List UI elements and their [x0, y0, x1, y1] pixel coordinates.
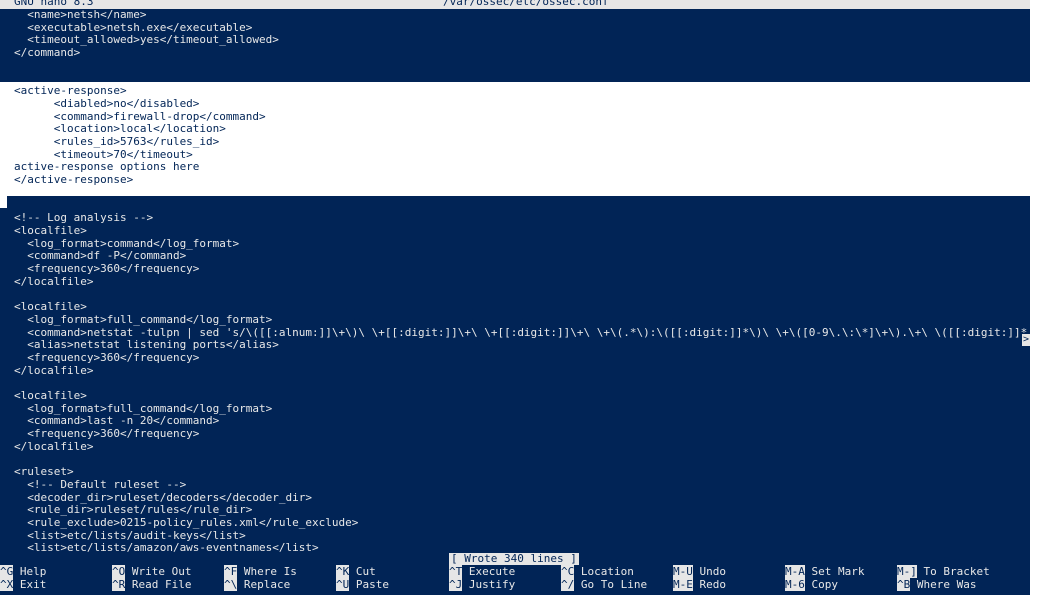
shortcut-item[interactable]: ^O Write Out	[112, 565, 192, 578]
shortcut-key: ^T	[449, 565, 463, 578]
shortcut-item[interactable]: M-A Set Mark	[785, 565, 865, 578]
editor-line[interactable]: <log_format>full_command</log_format>	[0, 313, 1030, 327]
shortcut-key: ^O	[112, 565, 126, 578]
editor-line[interactable]: </active-response>	[0, 173, 1030, 187]
editor-line[interactable]: <!-- Default ruleset -->	[0, 478, 1030, 492]
shortcut-item[interactable]: ^B Where Was	[897, 577, 977, 591]
editor-line[interactable]: <rule_exclude>0215-policy_rules.xml</rul…	[0, 516, 1030, 530]
editor-line[interactable]: <localfile>	[0, 300, 1030, 314]
shortcut-key: ^B	[897, 577, 911, 591]
editor-area[interactable]: <name>netsh</name> <executable>netsh.exe…	[0, 8, 1046, 554]
editor-line[interactable]: <ruleset>	[0, 465, 1030, 479]
editor-line[interactable]: <frequency>360</frequency>	[0, 351, 1030, 365]
shortcut-label: Execute	[468, 565, 516, 578]
editor-line[interactable]: <alias>netstat listening ports</alias>	[0, 338, 1030, 352]
shortcut-key: M-U	[673, 565, 693, 578]
editor-line[interactable]: <active-response>	[0, 84, 1030, 98]
shortcut-key: M-E	[673, 577, 693, 591]
editor-line[interactable]	[0, 60, 1030, 73]
editor-line[interactable]	[0, 377, 1030, 390]
shortcut-label: Copy	[811, 577, 839, 591]
shortcut-bar: ^G Help ^X Exit ^O Write Out ^R Read File ^F…	[0, 565, 1046, 592]
editor-line[interactable]: </localfile>	[0, 364, 1030, 378]
shortcut-key: ^R	[112, 577, 126, 591]
shortcut-label: Go To Line	[580, 577, 648, 591]
shortcut-key: M-]	[897, 565, 917, 578]
editor-line[interactable]	[0, 200, 1030, 213]
shortcut-label: Where Is	[243, 565, 297, 578]
editor-line[interactable]: </localfile>	[0, 275, 1030, 289]
shortcut-item[interactable]: M-U Undo	[673, 565, 727, 578]
shortcut-key: ^K	[336, 565, 350, 578]
file-path: /var/ossec/etc/ossec.conf	[443, 0, 609, 8]
scrollbar[interactable]	[1030, 0, 1046, 595]
shortcut-label: Undo	[699, 565, 727, 578]
shortcut-label: Justify	[468, 577, 516, 591]
editor-line[interactable]: </localfile>	[0, 440, 1030, 454]
shortcut-key: ^U	[336, 577, 350, 591]
shortcut-key: ^J	[449, 577, 463, 591]
shortcut-key: ^X	[0, 577, 14, 591]
shortcut-label: To Bracket	[923, 565, 990, 578]
shortcut-label: Redo	[699, 577, 727, 591]
shortcut-item[interactable]: M-] To Bracket	[897, 565, 990, 578]
shortcut-label: Replace	[243, 577, 291, 591]
editor-line[interactable]: <name>netsh</name>	[0, 8, 1030, 22]
shortcut-label: Write Out	[131, 565, 192, 578]
shortcut-item[interactable]: ^T Execute	[449, 565, 516, 578]
shortcut-item[interactable]: M-E Redo	[673, 577, 727, 591]
shortcut-key: ^F	[224, 565, 238, 578]
editor-line[interactable]: <localfile>	[0, 224, 1030, 238]
shortcut-item[interactable]: M-6 Copy	[785, 577, 839, 591]
shortcut-item[interactable]: ^R Read File	[112, 577, 192, 591]
editor-line[interactable]: active-response options here	[0, 161, 1030, 174]
shortcut-key: ^G	[0, 565, 14, 578]
shortcut-item[interactable]: ^\ Replace	[224, 577, 291, 591]
editor-line[interactable]	[0, 288, 1030, 301]
shortcut-label: Location	[580, 565, 634, 578]
title-bar: GNU nano 8.3 /var/ossec/etc/ossec.conf	[0, 0, 1030, 9]
editor-line[interactable]	[0, 73, 1030, 86]
shortcut-key: ^/	[561, 577, 575, 591]
shortcut-label: Set Mark	[811, 565, 865, 578]
shortcut-label: Exit	[19, 577, 47, 591]
line-overflow-marker: >	[1022, 334, 1030, 346]
shortcut-item[interactable]: ^U Paste	[336, 577, 389, 591]
editor-line[interactable]: </command>	[0, 46, 1030, 60]
shortcut-label: Help	[19, 565, 47, 578]
shortcut-key: M-A	[785, 565, 805, 578]
editor-line[interactable]: <rules_id>5763</rules_id>	[0, 135, 1030, 149]
shortcut-item[interactable]: ^C Location	[561, 565, 634, 578]
shortcut-item[interactable]: ^/ Go To Line	[561, 577, 648, 591]
editor-line[interactable]: <localfile>	[0, 389, 1030, 403]
editor-line[interactable]	[0, 187, 1030, 200]
shortcut-label: Read File	[131, 577, 192, 591]
editor-line[interactable]: <frequency>360</frequency>	[0, 427, 1030, 441]
shortcut-label: Paste	[355, 577, 389, 591]
shortcut-item[interactable]: ^J Justify	[449, 577, 516, 591]
editor-line[interactable]: <!-- Log analysis -->	[0, 211, 1030, 225]
editor-line[interactable]	[0, 454, 1030, 467]
shortcut-item[interactable]: ^K Cut	[336, 565, 376, 578]
shortcut-item[interactable]: ^F Where Is	[224, 565, 297, 578]
editor-line[interactable]: <diabled>no</disabled>	[0, 97, 1030, 111]
status-message: [ Wrote 340 lines ]	[449, 552, 579, 565]
shortcut-key: M-6	[785, 577, 805, 591]
shortcut-label: Where Was	[916, 577, 977, 591]
editor-line[interactable]: <timeout_allowed>yes</timeout_allowed>	[0, 34, 1030, 47]
text-cursor	[0, 196, 7, 208]
shortcut-key: ^C	[561, 565, 575, 578]
shortcut-label: Cut	[355, 565, 376, 578]
shortcut-item[interactable]: ^G Help	[0, 565, 47, 578]
shortcut-item[interactable]: ^X Exit	[0, 577, 47, 591]
shortcut-key: ^\	[224, 577, 238, 591]
editor-line[interactable]: <frequency>360</frequency>	[0, 262, 1030, 276]
